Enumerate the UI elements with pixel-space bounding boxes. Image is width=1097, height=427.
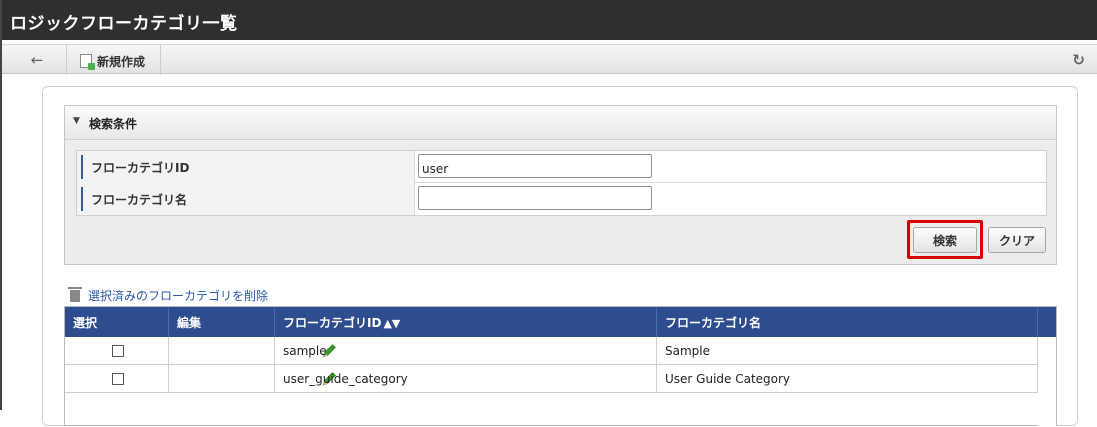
column-header-label: フローカテゴリID <box>283 316 382 330</box>
edit-cell <box>169 365 336 393</box>
row-checkbox[interactable] <box>112 345 124 357</box>
new-create-label: 新規作成 <box>97 54 146 69</box>
application-window: ロジックフローカテゴリ一覧 ← 新規作成 ↻ ▼ 検索条件 フローカテゴリID <box>0 0 1097 427</box>
table-row: sample Sample <box>65 337 1056 365</box>
search-button[interactable]: 検索 <box>913 227 977 253</box>
form-row-category-id: フローカテゴリID <box>77 151 1046 183</box>
field-label-category-name: フローカテゴリ名 <box>77 183 415 215</box>
search-conditions-label: 検索条件 <box>89 117 138 131</box>
category-id-input[interactable] <box>418 154 652 178</box>
table-row: user_guide_category User Guide Category <box>65 365 1056 393</box>
form-row-category-name: フローカテゴリ名 <box>77 183 1046 215</box>
column-header-category-name: フローカテゴリ名 <box>657 307 1038 337</box>
refresh-icon[interactable]: ↻ <box>1072 51 1085 69</box>
sort-icon[interactable]: ▲▼ <box>383 317 400 330</box>
new-document-icon <box>80 54 95 70</box>
column-header-label: フローカテゴリ名 <box>665 316 762 330</box>
label-accent-bar <box>81 187 83 211</box>
new-create-button[interactable]: 新規作成 <box>80 51 145 71</box>
column-header-label: 編集 <box>177 316 202 330</box>
category-name-cell: User Guide Category <box>657 365 1038 393</box>
select-cell <box>65 365 169 393</box>
column-header-label: 選択 <box>73 316 98 330</box>
search-form: フローカテゴリID フローカテゴリ名 <box>76 150 1047 216</box>
toolbar-separator <box>160 45 161 75</box>
toolbar-separator <box>66 45 67 75</box>
column-header-edit: 編集 <box>169 307 275 337</box>
search-conditions-header[interactable]: ▼ 検索条件 <box>65 106 1056 140</box>
grid-scrollbar-gutter <box>1038 337 1056 427</box>
category-name-cell: Sample <box>657 337 1038 365</box>
toolbar: ← 新規作成 ↻ <box>2 44 1097 75</box>
category-grid: 選択 編集 フローカテゴリID ▲▼ フローカテゴリ名 sample Sample <box>64 306 1057 427</box>
delete-selected-link[interactable]: 選択済みのフローカテゴリを削除 <box>68 286 269 304</box>
edit-cell <box>169 337 336 365</box>
column-header-select: 選択 <box>65 307 169 337</box>
category-name-input[interactable] <box>418 186 652 210</box>
label-accent-bar <box>81 155 83 179</box>
category-id-label: フローカテゴリID <box>91 161 190 175</box>
page-title: ロジックフローカテゴリ一覧 <box>10 14 238 34</box>
delete-selected-label: 選択済みのフローカテゴリを削除 <box>88 289 269 303</box>
field-label-category-id: フローカテゴリID <box>77 151 415 183</box>
clear-button[interactable]: クリア <box>988 227 1046 253</box>
category-name-label: フローカテゴリ名 <box>91 193 188 207</box>
category-id-cell: user_guide_category <box>275 365 657 393</box>
title-bar: ロジックフローカテゴリ一覧 <box>2 0 1097 40</box>
grid-body: sample Sample user_guide_category User G… <box>65 337 1056 393</box>
grid-header: 選択 編集 フローカテゴリID ▲▼ フローカテゴリ名 <box>65 307 1056 337</box>
column-header-category-id[interactable]: フローカテゴリID ▲▼ <box>275 307 657 337</box>
row-checkbox[interactable] <box>112 373 124 385</box>
category-id-cell: sample <box>275 337 657 365</box>
trash-icon <box>68 286 82 302</box>
back-arrow-icon[interactable]: ← <box>26 50 48 70</box>
select-cell <box>65 337 169 365</box>
collapse-caret-icon[interactable]: ▼ <box>73 116 80 126</box>
